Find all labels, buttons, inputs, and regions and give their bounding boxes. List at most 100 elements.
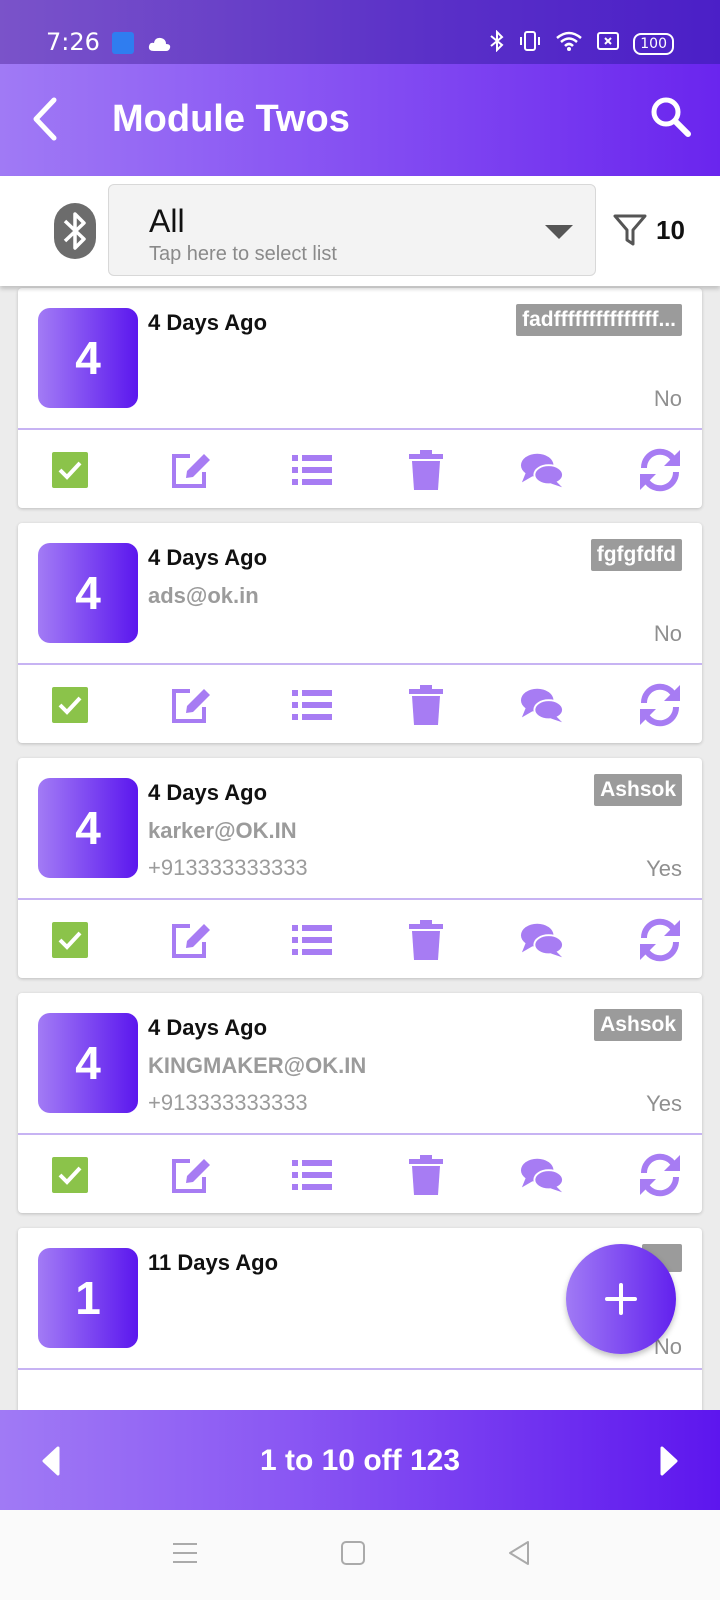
back-icon[interactable] — [506, 1540, 532, 1571]
item-email: ads@ok.in — [148, 583, 259, 608]
item-phone: +913333333333 — [148, 855, 308, 880]
plus-icon — [605, 1283, 637, 1315]
edit-button[interactable] — [170, 448, 214, 492]
menu-icon[interactable] — [172, 1540, 198, 1571]
list-button[interactable] — [290, 683, 334, 727]
checkmark-icon — [58, 931, 82, 950]
comments-button[interactable] — [520, 1153, 564, 1197]
list-select-dropdown[interactable]: All Tap here to select list — [108, 184, 596, 276]
cloud-icon — [148, 36, 172, 57]
list-button[interactable] — [290, 448, 334, 492]
select-checkbox[interactable] — [48, 1153, 92, 1197]
chat-icon — [520, 688, 564, 723]
app-bar: Module Twos — [0, 64, 720, 176]
item-flag: Yes — [646, 856, 682, 881]
edit-icon — [172, 454, 210, 488]
list-item[interactable]: 4 4 Days Ago ads@ok.in fgfgfdfd No — [18, 523, 702, 743]
checkmark-icon — [58, 461, 82, 480]
comments-button[interactable] — [520, 448, 564, 492]
item-tag: Ashsok — [594, 774, 682, 806]
search-icon[interactable] — [648, 94, 694, 140]
trash-icon — [409, 450, 443, 490]
pagination-label: 1 to 10 off 123 — [259, 1444, 461, 1477]
edit-button[interactable] — [170, 918, 214, 962]
chevron-down-icon — [545, 225, 573, 239]
bluetooth-button[interactable] — [54, 203, 96, 259]
bluetooth-status-icon — [489, 29, 505, 57]
checkmark-icon — [58, 1166, 82, 1185]
list-icon — [292, 690, 332, 720]
next-page-button[interactable] — [658, 1446, 680, 1481]
select-checkbox[interactable] — [48, 683, 92, 727]
item-email: KINGMAKER@OK.IN — [148, 1053, 367, 1078]
delete-button[interactable] — [404, 918, 448, 962]
item-time: 4 Days Ago — [148, 780, 268, 805]
refresh-icon — [640, 448, 680, 492]
list-icon — [292, 925, 332, 955]
sim-off-icon — [597, 32, 620, 55]
filter-icon — [613, 214, 647, 246]
battery-indicator: 100 — [633, 32, 674, 55]
edit-button[interactable] — [170, 1153, 214, 1197]
edit-icon — [172, 924, 210, 958]
filter-bar: All Tap here to select list 10 — [0, 176, 720, 286]
item-time: 4 Days Ago — [148, 1015, 268, 1040]
item-actions — [18, 1135, 702, 1213]
count-badge: 4 — [38, 543, 138, 643]
vibrate-icon — [519, 30, 541, 57]
pagination-bar: 1 to 10 off 123 — [0, 1410, 720, 1510]
item-flag: No — [653, 386, 682, 411]
page-title: Module Twos — [112, 98, 350, 140]
list-item[interactable]: 4 4 Days Ago karker@OK.IN +913333333333 … — [18, 758, 702, 978]
bluetooth-icon — [63, 212, 86, 250]
list-select-value: All — [149, 203, 185, 239]
item-flag: No — [653, 621, 682, 646]
filter-count: 10 — [656, 214, 685, 245]
list-button[interactable] — [290, 918, 334, 962]
chat-icon — [520, 1158, 564, 1193]
home-icon[interactable] — [340, 1540, 366, 1571]
item-time: 4 Days Ago — [148, 310, 268, 335]
item-time: 11 Days Ago — [148, 1250, 279, 1275]
select-checkbox[interactable] — [48, 448, 92, 492]
edit-button[interactable] — [170, 683, 214, 727]
item-time: 4 Days Ago — [148, 545, 268, 570]
comments-button[interactable] — [520, 918, 564, 962]
item-tag: fadfffffffffffffff... — [516, 304, 682, 336]
trash-icon — [409, 920, 443, 960]
count-badge: 1 — [38, 1248, 138, 1348]
back-arrow-icon[interactable] — [26, 94, 66, 144]
delete-button[interactable] — [404, 1153, 448, 1197]
system-nav-bar — [0, 1510, 720, 1600]
trash-icon — [409, 1155, 443, 1195]
list-item[interactable]: 4 4 Days Ago KINGMAKER@OK.IN +9133333333… — [18, 993, 702, 1213]
list-button[interactable] — [290, 1153, 334, 1197]
count-badge: 4 — [38, 1013, 138, 1113]
usb-icon — [112, 32, 134, 54]
divider — [18, 1368, 702, 1370]
sync-button[interactable] — [638, 683, 682, 727]
refresh-icon — [640, 918, 680, 962]
list-icon — [292, 1160, 332, 1190]
list-item[interactable]: 4 4 Days Ago fadfffffffffffffff... No — [18, 288, 702, 508]
filter-button[interactable]: 10 — [612, 212, 685, 248]
select-checkbox[interactable] — [48, 918, 92, 962]
item-tag: Ashsok — [594, 1009, 682, 1041]
add-button[interactable] — [566, 1244, 676, 1354]
refresh-icon — [640, 1153, 680, 1197]
item-actions — [18, 430, 702, 508]
comments-button[interactable] — [520, 683, 564, 727]
delete-button[interactable] — [404, 448, 448, 492]
sync-button[interactable] — [638, 918, 682, 962]
item-actions — [18, 665, 702, 743]
delete-button[interactable] — [404, 683, 448, 727]
item-actions — [18, 900, 702, 978]
item-phone: +913333333333 — [148, 1090, 308, 1115]
status-bar: 7:26 100 — [0, 0, 720, 64]
wifi-icon — [555, 30, 583, 57]
sync-button[interactable] — [638, 1153, 682, 1197]
chat-icon — [520, 923, 564, 958]
trash-icon — [409, 685, 443, 725]
sync-button[interactable] — [638, 448, 682, 492]
checkmark-icon — [58, 696, 82, 715]
